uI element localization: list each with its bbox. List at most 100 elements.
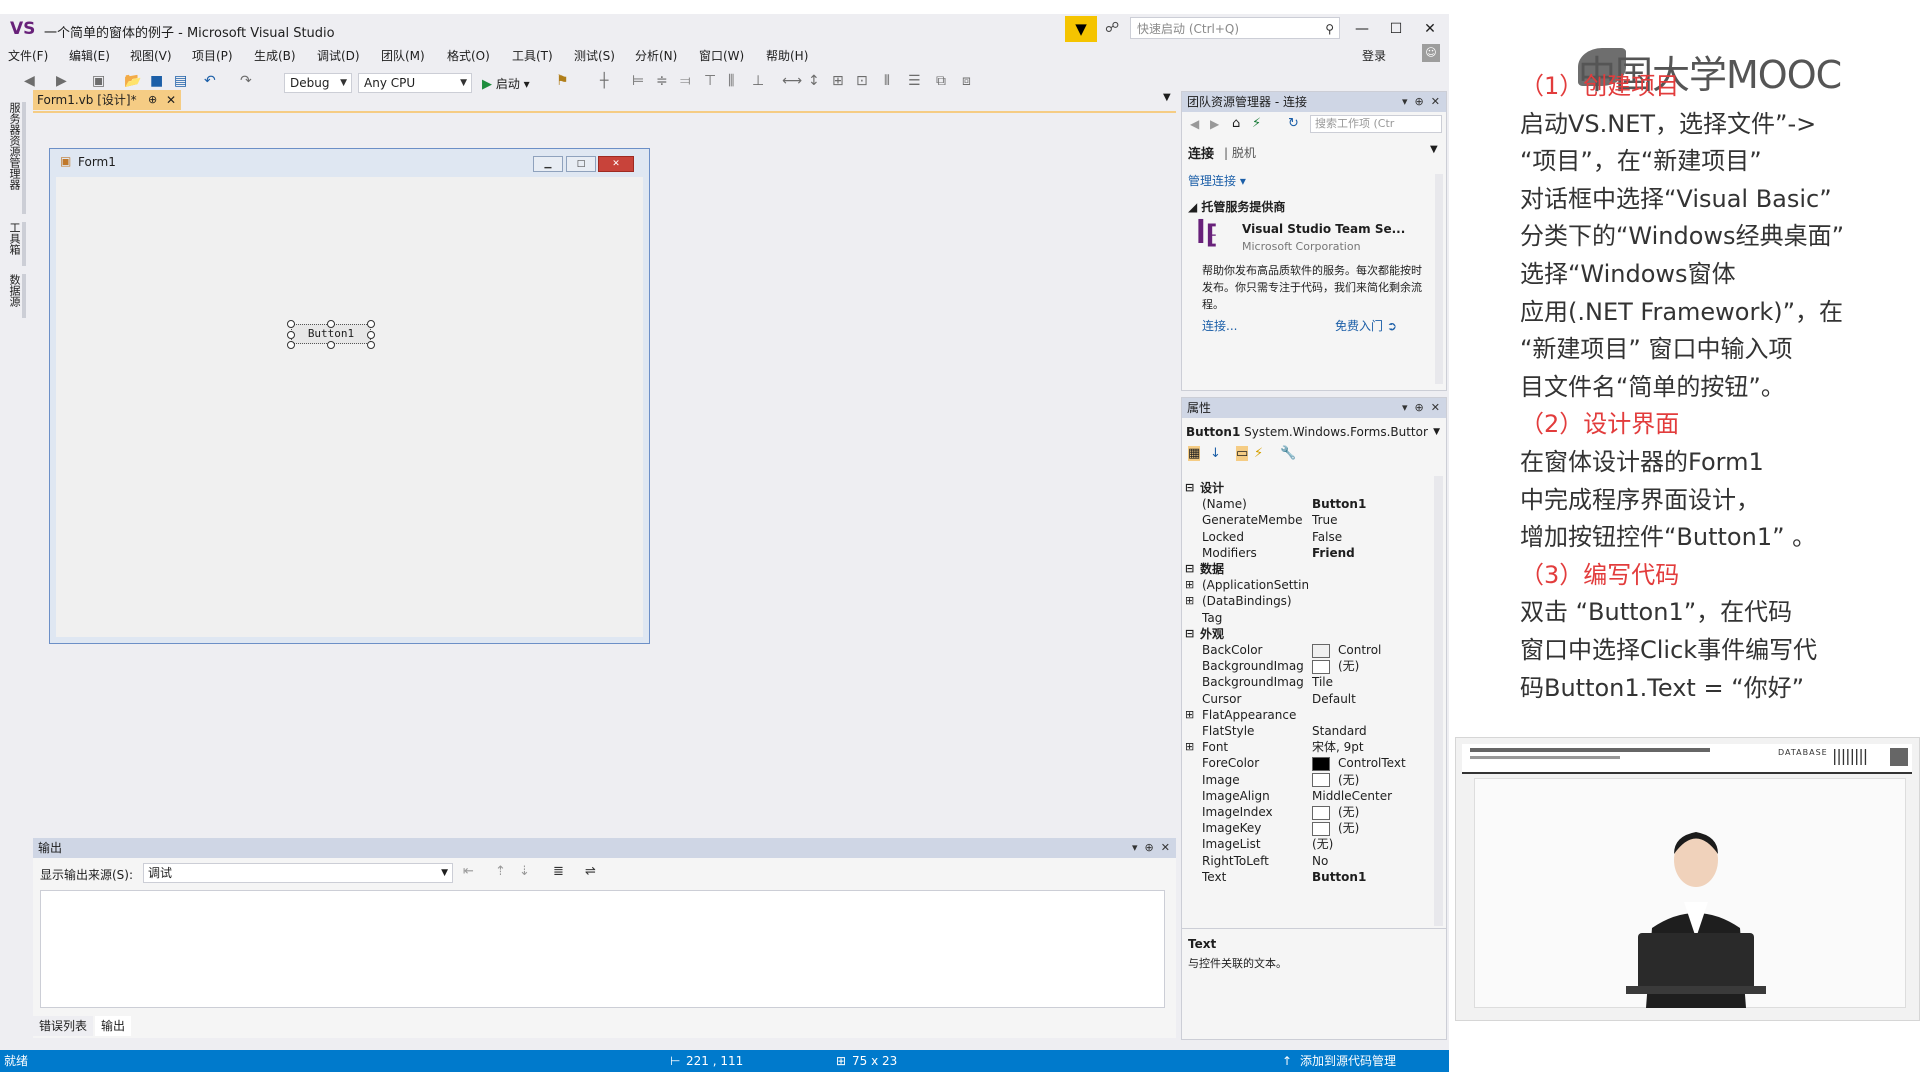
back-icon[interactable]: ◀ bbox=[1190, 117, 1199, 131]
align-right-icon[interactable]: ⫤ bbox=[680, 73, 691, 89]
menu-debug[interactable]: 调试(D) bbox=[317, 47, 360, 64]
close-tab-icon[interactable]: ✕ bbox=[166, 91, 176, 109]
resize-handle[interactable] bbox=[287, 341, 295, 349]
same-size-icon[interactable]: ⊞ bbox=[832, 73, 844, 89]
menu-tools[interactable]: 工具(T) bbox=[512, 47, 553, 64]
save-icon[interactable]: ■ bbox=[150, 73, 163, 89]
size-to-grid-icon[interactable]: ⊡ bbox=[856, 73, 868, 89]
feedback-icon[interactable]: ☍ bbox=[1105, 20, 1119, 36]
back-icon[interactable]: ◀ bbox=[24, 73, 35, 89]
resize-handle[interactable] bbox=[367, 341, 375, 349]
align-middle-icon[interactable]: ⫼ bbox=[728, 73, 734, 89]
property-pages-icon[interactable]: 🔧 bbox=[1280, 446, 1296, 461]
account-icon[interactable]: ☺ bbox=[1422, 44, 1440, 62]
open-file-icon[interactable]: 📂 bbox=[124, 73, 141, 89]
new-project-icon[interactable]: ▣ bbox=[92, 73, 105, 89]
scrollbar[interactable] bbox=[1434, 476, 1443, 926]
lecture-line: 窗口中选择Click事件编写代 bbox=[1520, 636, 1818, 664]
word-wrap-icon[interactable]: ⇌ bbox=[585, 864, 596, 879]
clear-all-icon[interactable]: ≣ bbox=[553, 864, 564, 879]
server-explorer-tab[interactable]: 服务器资源管理器 bbox=[6, 102, 26, 214]
resize-handle[interactable] bbox=[367, 331, 375, 339]
redo-icon[interactable]: ↷ bbox=[240, 73, 252, 89]
menu-analyze[interactable]: 分析(N) bbox=[635, 47, 677, 64]
same-width-icon[interactable]: ⟷ bbox=[782, 73, 802, 89]
undo-icon[interactable]: ↶ bbox=[204, 73, 216, 89]
output-source-dropdown[interactable]: 调试 ▼ bbox=[143, 863, 453, 883]
manage-connections-link[interactable]: 管理连接 ▾ bbox=[1188, 172, 1246, 189]
save-all-icon[interactable]: ▤ bbox=[174, 73, 187, 89]
panel-window-buttons[interactable]: ▾ ⊕ ✕ bbox=[1132, 838, 1170, 858]
property-value[interactable]: Button1 bbox=[1312, 867, 1430, 887]
vertical-spacing-icon[interactable]: ☰ bbox=[908, 73, 921, 89]
menu-help[interactable]: 帮助(H) bbox=[766, 47, 808, 64]
tab-error-list[interactable]: 错误列表 bbox=[33, 1016, 94, 1036]
alphabetical-icon[interactable]: ↓ bbox=[1210, 446, 1221, 461]
lecture-line: 中完成程序界面设计， bbox=[1520, 485, 1760, 514]
connect-link[interactable]: 连接... bbox=[1202, 317, 1237, 334]
bring-to-front-icon[interactable]: ⧉ bbox=[936, 73, 946, 89]
property-row[interactable]: Text Button1 bbox=[1182, 867, 1432, 887]
properties-view-icon[interactable]: ▭ bbox=[1236, 446, 1249, 461]
scrollbar[interactable] bbox=[1435, 174, 1443, 384]
send-to-back-icon[interactable]: ⧈ bbox=[962, 73, 971, 89]
resize-handle[interactable] bbox=[287, 331, 295, 339]
sign-in-link[interactable]: 登录 bbox=[1362, 47, 1386, 64]
forward-icon[interactable]: ▶ bbox=[1210, 117, 1219, 131]
plug-icon[interactable]: ⚡ bbox=[1252, 116, 1261, 131]
data-sources-tab[interactable]: 数据源 bbox=[6, 274, 26, 318]
designed-form[interactable]: ▣ Form1 ▁ □ ✕ Button1 bbox=[49, 148, 650, 644]
attach-icon[interactable]: ⚑ bbox=[556, 73, 569, 89]
menu-view[interactable]: 视图(V) bbox=[130, 47, 172, 64]
menu-file[interactable]: 文件(F) bbox=[8, 47, 48, 64]
categorized-icon[interactable]: ▦ bbox=[1188, 446, 1201, 461]
object-selector[interactable]: Button1 System.Windows.Forms.Buttor ▼ bbox=[1186, 422, 1442, 442]
resize-handle[interactable] bbox=[327, 341, 335, 349]
toolbox-tab[interactable]: 工具箱 bbox=[6, 222, 26, 266]
resize-handle[interactable] bbox=[287, 320, 295, 328]
output-source-value: 调试 bbox=[148, 866, 173, 880]
output-text-area[interactable] bbox=[40, 890, 1165, 1008]
quick-launch-input[interactable]: 快速启动 (Ctrl+Q) ⚲ bbox=[1130, 17, 1340, 39]
refresh-icon[interactable]: ↻ bbox=[1288, 116, 1299, 131]
find-message-icon[interactable]: ⇤ bbox=[463, 864, 474, 879]
tab-output[interactable]: 输出 bbox=[95, 1016, 132, 1036]
free-start-link[interactable]: 免费入门 ➲ bbox=[1335, 317, 1397, 334]
maximize-button[interactable]: ☐ bbox=[1381, 18, 1411, 40]
form-client-area[interactable]: Button1 bbox=[56, 177, 643, 637]
align-left-icon[interactable]: ⊨ bbox=[632, 73, 644, 89]
tab-form1-designer[interactable]: Form1.vb [设计]* ⊕ ✕ bbox=[33, 90, 181, 110]
add-to-source-control[interactable]: 添加到源代码管理 bbox=[1300, 1050, 1396, 1072]
menu-team[interactable]: 团队(M) bbox=[381, 47, 425, 64]
align-top-icon[interactable]: ⊤ bbox=[704, 73, 716, 89]
same-height-icon[interactable]: ↕ bbox=[808, 73, 820, 89]
resize-handle[interactable] bbox=[327, 320, 335, 328]
menu-build[interactable]: 生成(B) bbox=[254, 47, 296, 64]
align-center-icon[interactable]: ≑ bbox=[656, 73, 668, 89]
resize-handle[interactable] bbox=[367, 320, 375, 328]
notification-flag-icon[interactable]: ▼ bbox=[1065, 16, 1097, 42]
pin-icon[interactable]: ⊕ bbox=[148, 91, 157, 109]
next-message-icon[interactable]: ⇣ bbox=[519, 864, 530, 879]
close-button[interactable]: ✕ bbox=[1415, 18, 1445, 40]
home-icon[interactable]: ⌂ bbox=[1232, 116, 1240, 131]
menu-test[interactable]: 测试(S) bbox=[574, 47, 615, 64]
align-bottom-icon[interactable]: ⊥ bbox=[752, 73, 764, 89]
events-icon[interactable]: ⚡ bbox=[1254, 446, 1263, 461]
horizontal-spacing-icon[interactable]: ⫴ bbox=[884, 73, 890, 89]
chevron-down-icon[interactable]: ▼ bbox=[1430, 144, 1438, 155]
align-grid-icon[interactable]: ┼ bbox=[600, 73, 608, 89]
menu-window[interactable]: 窗口(W) bbox=[699, 47, 744, 64]
visual-studio-logo-icon: VS bbox=[10, 19, 36, 39]
search-work-items-input[interactable]: 搜索工作项 (Ctr bbox=[1310, 115, 1442, 133]
menu-project[interactable]: 项目(P) bbox=[192, 47, 233, 64]
panel-window-buttons[interactable]: ▾ ⊕ ✕ bbox=[1402, 92, 1440, 112]
prev-message-icon[interactable]: ⇡ bbox=[495, 864, 506, 879]
menu-edit[interactable]: 编辑(E) bbox=[69, 47, 110, 64]
menu-format[interactable]: 格式(O) bbox=[447, 47, 490, 64]
forward-icon[interactable]: ▶ bbox=[56, 73, 67, 89]
panel-window-buttons[interactable]: ▾ ⊕ ✕ bbox=[1402, 398, 1440, 418]
minimize-button[interactable]: — bbox=[1347, 18, 1377, 40]
offline-link[interactable]: | 脱机 bbox=[1224, 144, 1256, 161]
tab-overflow-icon[interactable]: ▼ bbox=[1163, 92, 1171, 103]
